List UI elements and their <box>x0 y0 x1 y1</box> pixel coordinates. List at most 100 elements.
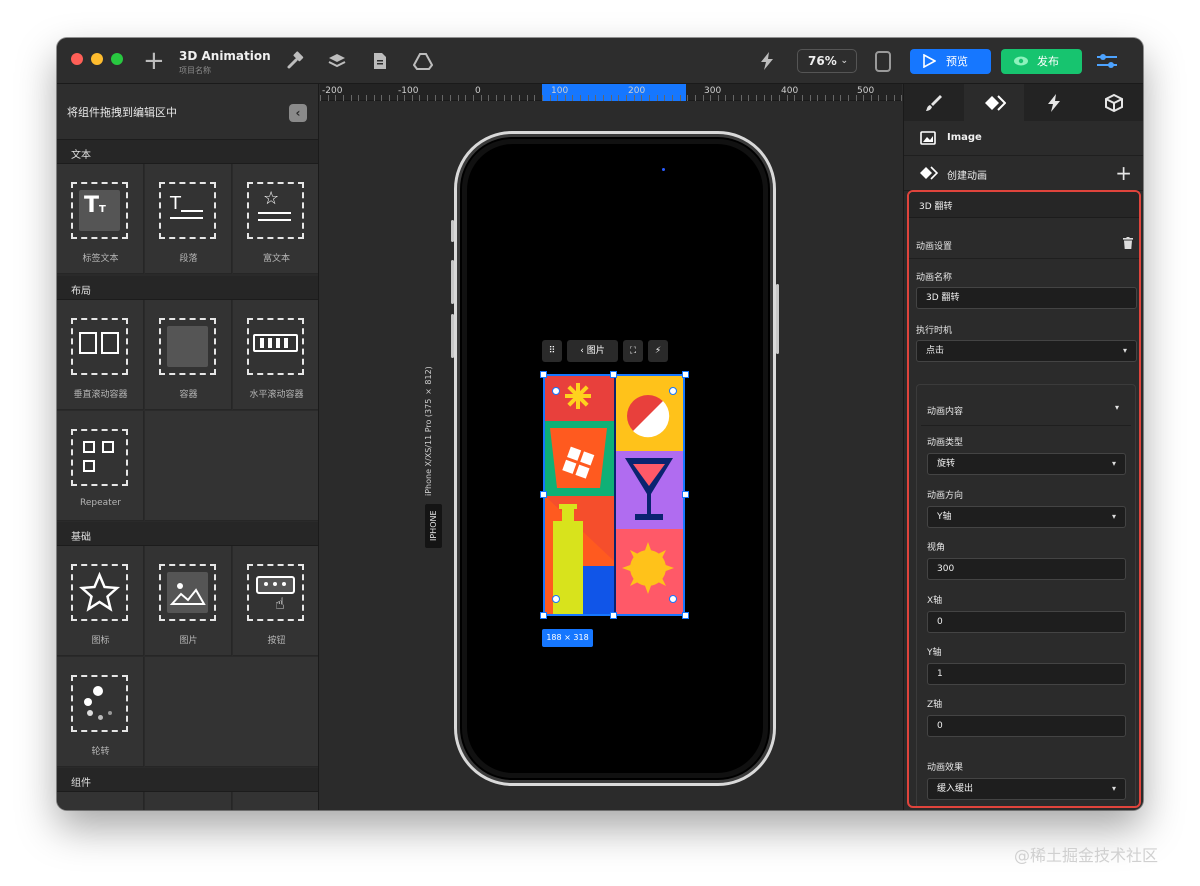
zoom-select[interactable]: 76% ⌄ <box>797 49 857 73</box>
ruler-tick <box>534 95 536 101</box>
component-container[interactable]: 容器 <box>145 300 232 410</box>
radius-handle[interactable] <box>552 595 560 603</box>
component-tile-partial[interactable] <box>57 792 144 810</box>
animation-effect-label: 动画效果 <box>927 763 964 773</box>
resize-handle-n[interactable] <box>610 371 617 378</box>
component-panel: 将组件拖拽到编辑区中 ‹ 文本 TT 标签文本 T 段落 ☆ 富文本 布局 垂直… <box>57 84 319 810</box>
minimize-window-button[interactable] <box>91 53 103 65</box>
ruler-tick <box>350 95 352 101</box>
component-vertical-scroll[interactable]: 垂直滚动容器 <box>57 300 144 410</box>
phone-power-button <box>776 284 779 354</box>
component-repeater[interactable]: Repeater <box>57 411 144 521</box>
publish-button[interactable]: 发布 <box>1001 49 1082 74</box>
tab-style[interactable] <box>904 84 964 121</box>
resize-handle-sw[interactable] <box>540 612 547 619</box>
component-spinner[interactable]: 轮转 <box>57 657 144 767</box>
ruler-tick <box>427 95 429 101</box>
interaction-bolt-icon[interactable]: ⚡ <box>648 340 668 362</box>
perspective-input[interactable]: 300 <box>927 558 1126 580</box>
component-label: Repeater <box>80 498 121 508</box>
create-animation-row[interactable]: 创建动画 + <box>904 156 1143 191</box>
editor-canvas[interactable]: -200 -100 0 100 200 300 400 500 iPhone X… <box>320 84 902 810</box>
hammer-icon[interactable] <box>285 51 305 71</box>
close-window-button[interactable] <box>71 53 83 65</box>
resize-handle-ne[interactable] <box>682 371 689 378</box>
preview-label: 预览 <box>946 55 968 68</box>
collapse-panel-button[interactable]: ‹ <box>289 104 307 122</box>
component-horizontal-scroll[interactable]: 水平滚动容器 <box>233 300 318 410</box>
radius-handle[interactable] <box>669 387 677 395</box>
selected-image[interactable] <box>543 374 685 616</box>
preview-button[interactable]: 预览 <box>910 49 991 74</box>
trash-icon[interactable] <box>1123 237 1133 249</box>
ruler-tick <box>763 95 765 101</box>
ruler-tick <box>381 95 383 101</box>
x-axis-value: 0 <box>937 617 943 627</box>
component-icon[interactable]: 图标 <box>57 546 144 656</box>
section-components[interactable]: 组件 <box>57 768 318 792</box>
y-axis-input[interactable]: 1 <box>927 663 1126 685</box>
maximize-window-button[interactable] <box>111 53 123 65</box>
tab-animation[interactable] <box>964 84 1024 121</box>
component-paragraph[interactable]: T 段落 <box>145 164 232 274</box>
animation-effect-select[interactable]: 缓入缓出 ▾ <box>927 778 1126 800</box>
component-image[interactable]: 图片 <box>145 546 232 656</box>
bolt-icon[interactable] <box>757 51 777 71</box>
component-label-text[interactable]: TT 标签文本 <box>57 164 144 274</box>
animation-settings-label: 动画设置 <box>916 242 953 252</box>
x-axis-input[interactable]: 0 <box>927 611 1126 633</box>
front-camera <box>662 168 665 171</box>
component-button[interactable]: ☝ 按钮 <box>233 546 318 656</box>
sliders-icon[interactable] <box>1095 51 1119 71</box>
cube-icon <box>1105 93 1123 113</box>
z-axis-input[interactable]: 0 <box>927 715 1126 737</box>
rich-text-icon: ☆ <box>247 182 304 239</box>
tab-3d[interactable] <box>1084 84 1143 121</box>
tab-interaction[interactable] <box>1024 84 1084 121</box>
ruler-tick <box>694 95 696 101</box>
fullscreen-icon[interactable]: ⛶ <box>623 340 643 362</box>
ruler-tick <box>679 95 681 101</box>
animation-card-header[interactable]: 3D 翻转 <box>909 192 1139 218</box>
section-basic[interactable]: 基础 <box>57 522 318 546</box>
radius-handle[interactable] <box>669 595 677 603</box>
add-page-icon[interactable]: + <box>143 48 165 74</box>
add-animation-button[interactable]: + <box>1115 161 1132 185</box>
ruler-tick <box>603 95 605 101</box>
trigger-select[interactable]: 点击 ▾ <box>916 340 1137 362</box>
chevron-down-icon[interactable]: ▾ <box>1115 403 1119 412</box>
animation-direction-select[interactable]: Y轴 ▾ <box>927 506 1126 528</box>
device-icon[interactable] <box>875 51 891 72</box>
component-tile-partial[interactable] <box>145 792 232 810</box>
section-layout[interactable]: 布局 <box>57 276 318 300</box>
element-row[interactable]: Image <box>904 121 1143 156</box>
ruler-tick <box>756 95 758 101</box>
radius-handle[interactable] <box>552 387 560 395</box>
ruler-tick <box>511 95 513 101</box>
animation-icon <box>920 166 938 180</box>
component-tile-partial[interactable] <box>233 792 318 810</box>
resize-handle-s[interactable] <box>610 612 617 619</box>
resize-handle-se[interactable] <box>682 612 689 619</box>
eye-icon <box>1014 56 1028 66</box>
drive-icon[interactable] <box>413 51 433 71</box>
resize-handle-e[interactable] <box>682 491 689 498</box>
layers-icon[interactable] <box>327 51 347 71</box>
component-panel-header: 将组件拖拽到编辑区中 ‹ <box>57 84 318 140</box>
ruler-tick <box>656 95 658 101</box>
back-to-parent-button[interactable]: ‹ 图片 <box>567 340 618 362</box>
label-text-icon: TT <box>71 182 128 239</box>
resize-handle-nw[interactable] <box>540 371 547 378</box>
component-label: 富文本 <box>262 254 290 264</box>
image-icon <box>159 564 216 621</box>
drag-handle-icon[interactable]: ⠿ <box>542 340 562 362</box>
animation-name-input[interactable]: 3D 翻转 <box>916 287 1137 309</box>
horizontal-ruler: -200 -100 0 100 200 300 400 500 <box>320 84 902 101</box>
ruler-tick <box>541 95 543 101</box>
chevron-down-icon: ▾ <box>1122 346 1127 355</box>
animation-type-select[interactable]: 旋转 ▾ <box>927 453 1126 475</box>
section-text[interactable]: 文本 <box>57 140 318 164</box>
component-rich-text[interactable]: ☆ 富文本 <box>233 164 318 274</box>
document-icon[interactable] <box>370 51 390 71</box>
resize-handle-w[interactable] <box>540 491 547 498</box>
